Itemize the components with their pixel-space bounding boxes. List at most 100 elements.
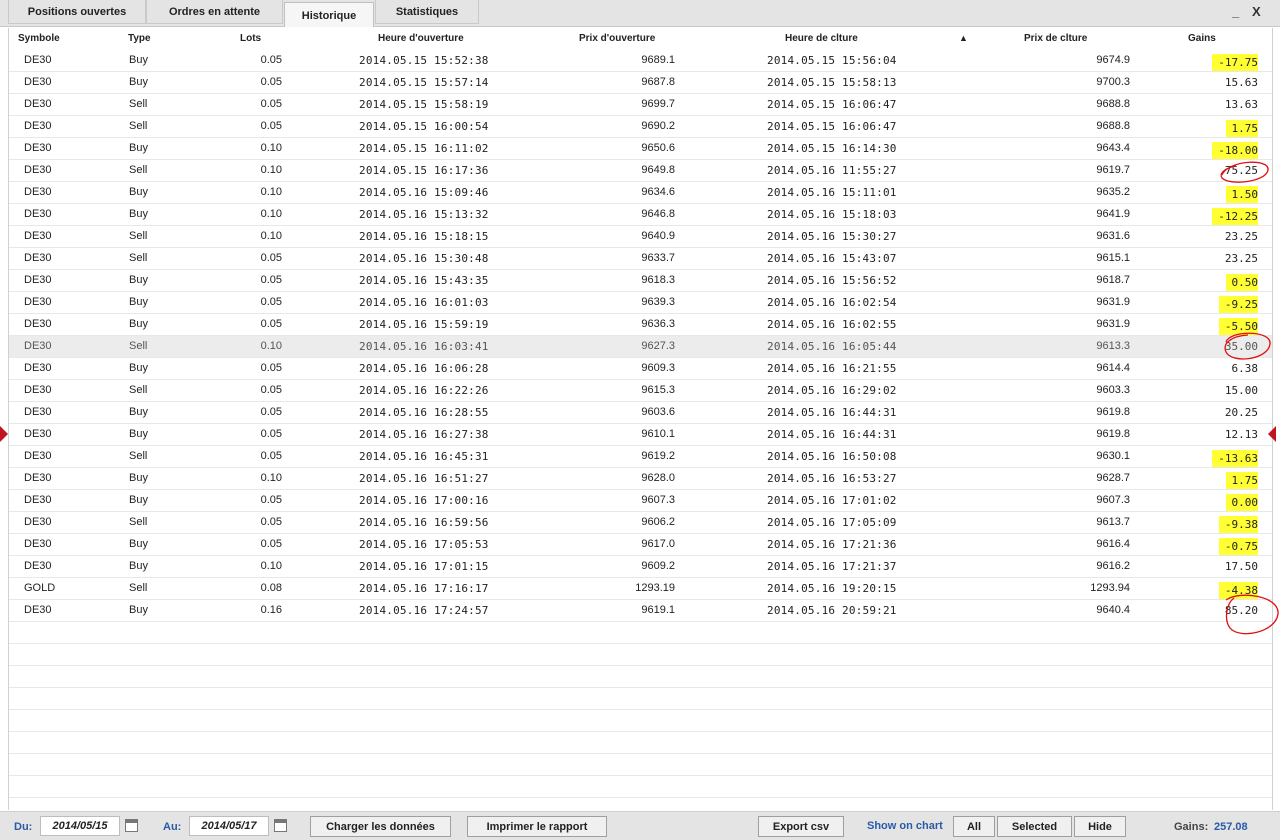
cell-symbol: DE30 [24,318,52,330]
table-row[interactable]: DE30 Buy 0.05 2014.05.15 15:57:14 9687.8 2014… [9,72,1272,94]
cell-symbol: DE30 [24,164,52,176]
col-header-open-time[interactable]: Heure d'ouverture [378,33,464,44]
calendar-icon[interactable] [274,819,287,832]
col-header-symbol[interactable]: Symbole [18,33,60,44]
cell-type: Buy [129,604,148,616]
col-header-type[interactable]: Type [128,33,151,44]
col-header-close-price[interactable]: Prix de clture [1024,33,1087,44]
cell-close-time: 2014.05.15 15:58:13 [767,76,897,89]
table-row[interactable]: DE30 Sell 0.05 2014.05.16 16:45:31 9619.2 201… [9,446,1272,468]
cell-open-time: 2014.05.16 15:59:19 [359,318,489,331]
cell-open-price: 9633.7 [641,252,675,264]
table-row[interactable]: DE30 Buy 0.05 2014.05.15 15:52:38 9689.1 2014… [9,50,1272,72]
cell-type: Sell [129,120,148,132]
cell-close-price: 9631.9 [1096,318,1130,330]
table-row[interactable]: DE30 Sell 0.10 2014.05.16 15:18:15 9640.9 201… [9,226,1272,248]
close-icon[interactable]: X [1252,4,1261,19]
cell-open-price: 9615.3 [641,384,675,396]
to-date-field[interactable]: 2014/05/17 [189,816,269,836]
cell-symbol: DE30 [24,428,52,440]
from-date-field[interactable]: 2014/05/15 [40,816,120,836]
table-row[interactable]: DE30 Buy 0.05 2014.05.16 16:28:55 9603.6 2014… [9,402,1272,424]
right-marker-icon [1268,426,1276,442]
empty-row [9,754,1272,776]
cell-open-time: 2014.05.16 16:59:56 [359,516,489,529]
show-on-chart-label: Show on chart [867,820,943,832]
cell-open-price: 9609.3 [641,362,675,374]
table-row[interactable]: DE30 Sell 0.05 2014.05.16 15:30:48 9633.7 201… [9,248,1272,270]
table-row[interactable]: DE30 Buy 0.05 2014.05.16 16:27:38 9610.1 2014… [9,424,1272,446]
cell-lots: 0.10 [260,340,282,352]
cell-open-price: 9617.0 [641,538,675,550]
table-row[interactable]: DE30 Sell 0.05 2014.05.16 16:59:56 9606.2 201… [9,512,1272,534]
table-row[interactable]: DE30 Buy 0.05 2014.05.16 17:00:16 9607.3 2014… [9,490,1272,512]
cell-symbol: DE30 [24,76,52,88]
col-header-lots[interactable]: Lots [240,33,261,44]
cell-symbol: DE30 [24,604,52,616]
col-header-close-time[interactable]: Heure de clture [785,33,858,44]
cell-open-time: 2014.05.15 15:57:14 [359,76,489,89]
table-row[interactable]: DE30 Buy 0.10 2014.05.16 15:09:46 9634.6 2014… [9,182,1272,204]
cell-type: Buy [129,472,148,484]
table-row[interactable]: DE30 Buy 0.05 2014.05.16 16:01:03 9639.3 2014… [9,292,1272,314]
table-row[interactable]: DE30 Sell 0.10 2014.05.15 16:17:36 9649.8 201… [9,160,1272,182]
cell-gains: -9.25 [1218,296,1258,313]
cell-gains: 85.20 [1224,604,1258,617]
table-row[interactable]: DE30 Buy 0.10 2014.05.15 16:11:02 9650.6 2014… [9,138,1272,160]
cell-gains: 20.25 [1224,406,1258,419]
table-row[interactable]: DE30 Buy 0.16 2014.05.16 17:24:57 9619.1 2014… [9,600,1272,622]
cell-symbol: DE30 [24,538,52,550]
table-row[interactable]: DE30 Sell 0.05 2014.05.15 16:00:54 9690.2 201… [9,116,1272,138]
tab-historique[interactable]: Historique [284,2,374,27]
tab-statistiques[interactable]: Statistiques [375,0,479,24]
show-selected-button[interactable]: Selected [997,816,1072,837]
cell-gains: 0.50 [1225,274,1258,291]
col-header-open-price[interactable]: Prix d'ouverture [579,33,655,44]
cell-open-time: 2014.05.16 15:09:46 [359,186,489,199]
cell-lots: 0.05 [260,494,282,506]
cell-symbol: DE30 [24,230,52,242]
table-row[interactable]: DE30 Buy 0.10 2014.05.16 15:13:32 9646.8 2014… [9,204,1272,226]
cell-close-price: 9635.2 [1096,186,1130,198]
minimize-icon[interactable]: _ [1232,4,1239,19]
cell-type: Buy [129,538,148,550]
cell-open-time: 2014.05.16 15:13:32 [359,208,489,221]
table-row[interactable]: DE30 Buy 0.05 2014.05.16 16:06:28 9609.3 2014… [9,358,1272,380]
show-all-button[interactable]: All [953,816,995,837]
tab-positions-ouvertes[interactable]: Positions ouvertes [8,0,146,24]
tab-ordres-en-attente[interactable]: Ordres en attente [146,0,283,24]
calendar-icon[interactable] [125,819,138,832]
load-data-button[interactable]: Charger les données [310,816,451,837]
table-row[interactable]: DE30 Buy 0.05 2014.05.16 15:59:19 9636.3 2014… [9,314,1272,336]
table-row[interactable]: DE30 Buy 0.10 2014.05.16 16:51:27 9628.0 2014… [9,468,1272,490]
table-row[interactable]: DE30 Sell 0.10 2014.05.16 16:03:41 9627.3 201… [9,336,1272,358]
cell-open-price: 9640.9 [641,230,675,242]
cell-gains: -0.75 [1218,538,1258,555]
cell-lots: 0.05 [260,274,282,286]
cell-open-price: 9619.2 [641,450,675,462]
table-header: Symbole Type Lots Heure d'ouverture Prix… [9,28,1272,50]
hide-button[interactable]: Hide [1074,816,1126,837]
table-row[interactable]: DE30 Sell 0.05 2014.05.15 15:58:19 9699.7 201… [9,94,1272,116]
print-report-button[interactable]: Imprimer le rapport [467,816,607,837]
table-row[interactable]: GOLD Sell 0.08 2014.05.16 17:16:17 1293.19 20… [9,578,1272,600]
cell-close-price: 9631.6 [1096,230,1130,242]
cell-lots: 0.05 [260,384,282,396]
table-row[interactable]: DE30 Buy 0.05 2014.05.16 17:05:53 9617.0 2014… [9,534,1272,556]
cell-close-price: 9674.9 [1096,54,1130,66]
table-row[interactable]: DE30 Sell 0.05 2014.05.16 16:22:26 9615.3 201… [9,380,1272,402]
col-header-gains[interactable]: Gains [1188,33,1216,44]
cell-close-time: 2014.05.16 15:30:27 [767,230,897,243]
table-row[interactable]: DE30 Buy 0.05 2014.05.16 15:43:35 9618.3 2014… [9,270,1272,292]
cell-open-time: 2014.05.15 15:52:38 [359,54,489,67]
cell-close-price: 9643.4 [1096,142,1130,154]
export-csv-button[interactable]: Export csv [758,816,844,837]
cell-close-time: 2014.05.16 15:43:07 [767,252,897,265]
cell-close-time: 2014.05.15 16:06:47 [767,120,897,133]
cell-symbol: DE30 [24,494,52,506]
cell-close-price: 9614.4 [1096,362,1130,374]
cell-open-time: 2014.05.16 16:45:31 [359,450,489,463]
cell-close-time: 2014.05.16 16:50:08 [767,450,897,463]
table-row[interactable]: DE30 Buy 0.10 2014.05.16 17:01:15 9609.2 2014… [9,556,1272,578]
cell-type: Sell [129,230,148,242]
